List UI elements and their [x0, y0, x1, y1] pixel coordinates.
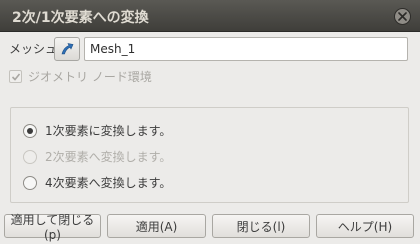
window-title: 2次/1次要素への変換 — [12, 10, 149, 26]
checkmark-icon — [11, 72, 20, 81]
conversion-options-group: 1次要素に変換します。 2次要素へ変換します。 4次要素へ変換します。 — [10, 107, 409, 203]
close-icon — [398, 12, 407, 21]
option-quartic-label: 4次要素へ変換します。 — [45, 176, 172, 190]
apply-and-close-button[interactable]: 適用して閉じる(p) — [4, 213, 101, 242]
option-linear-label: 1次要素に変換します。 — [45, 124, 172, 138]
mesh-select-button[interactable] — [54, 37, 80, 61]
option-quartic-radio[interactable] — [23, 175, 37, 190]
apply-button[interactable]: 適用(A) — [107, 214, 206, 238]
option-quadratic-row: 2次要素へ変換します。 — [23, 148, 171, 165]
radio-selected-dot — [27, 127, 33, 134]
mesh-select-arrow-icon — [61, 43, 74, 55]
geometry-node-env-checkbox-row: ジオメトリ ノード環境 — [9, 68, 152, 85]
option-quartic-row[interactable]: 4次要素へ変換します。 — [23, 174, 171, 191]
close-dialog-button[interactable]: 閉じる(l) — [212, 214, 310, 238]
title-bar: 2次/1次要素への変換 — [0, 0, 420, 32]
option-linear-radio[interactable] — [23, 123, 37, 138]
option-quadratic-label: 2次要素へ変換します。 — [45, 150, 172, 164]
option-linear-row[interactable]: 1次要素に変換します。 — [23, 122, 171, 139]
help-button[interactable]: ヘルプ(H) — [316, 214, 414, 238]
mesh-name-input[interactable] — [84, 37, 408, 61]
option-quadratic-radio — [23, 149, 37, 164]
geometry-node-env-label: ジオメトリ ノード環境 — [28, 70, 152, 84]
geometry-node-env-checkbox[interactable] — [9, 70, 22, 83]
close-button[interactable] — [394, 8, 411, 25]
mesh-label: メッシュ — [9, 42, 58, 56]
